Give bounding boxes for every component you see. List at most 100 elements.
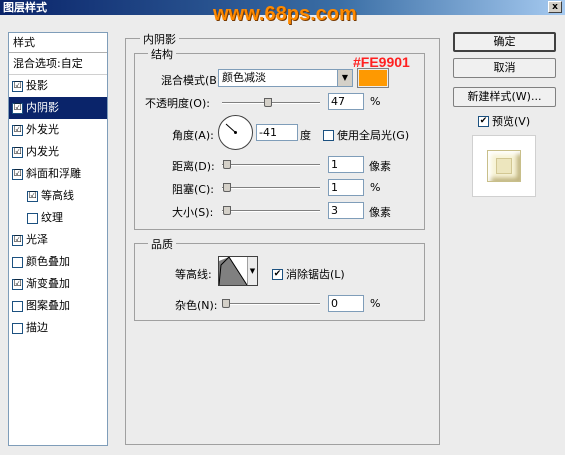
size-unit: 像素 <box>369 206 391 219</box>
checked-box-icon[interactable]: ☑ <box>27 190 38 202</box>
style-item-label: 等高线 <box>41 189 74 202</box>
style-item[interactable]: ☑ 投影 <box>9 75 107 97</box>
style-item-label: 斜面和浮雕 <box>26 167 81 180</box>
angle-input[interactable]: -41 <box>256 124 298 141</box>
style-item[interactable]: ☑ 等高线 <box>9 185 107 207</box>
blend-mode-value: 颜色减淡 <box>222 71 266 84</box>
new-style-button[interactable]: 新建样式(W)... <box>453 87 556 107</box>
angle-dial-needle-icon <box>225 123 237 134</box>
contour-label: 等高线: <box>175 268 212 281</box>
close-button[interactable]: x <box>548 1 562 13</box>
styles-list: 样式 混合选项:自定 ☑ 投影 ☑ 内阴影 ☑ 外发光 ☑ 内发光 ☑ 斜面和浮雕 ☑ 等高线 纹理 ☑ 光… <box>8 32 108 446</box>
checked-box-icon[interactable]: ☑ <box>12 102 23 114</box>
angle-unit: 度 <box>300 129 311 142</box>
antialias-label: 消除锯齿(L) <box>286 268 345 281</box>
opacity-unit: % <box>370 95 381 108</box>
style-item-label: 外发光 <box>26 123 59 136</box>
style-item-label: 光泽 <box>26 233 48 246</box>
window-title: 图层样式 <box>3 1 47 14</box>
shadow-color-swatch[interactable] <box>357 68 389 88</box>
noise-slider[interactable] <box>222 299 320 308</box>
unchecked-box-icon[interactable] <box>27 212 38 224</box>
size-input[interactable]: 3 <box>328 202 364 219</box>
ok-button[interactable]: 确定 <box>453 32 556 52</box>
checked-box-icon[interactable]: ☑ <box>12 278 23 290</box>
style-item-label: 投影 <box>26 79 48 92</box>
style-item[interactable]: ☑ 光泽 <box>9 229 107 251</box>
distance-label: 距离(D): <box>172 160 215 173</box>
angle-label: 角度(A): <box>172 129 214 142</box>
watermark-text: www.68ps.com <box>213 3 357 25</box>
global-light-label: 使用全局光(G) <box>337 129 410 142</box>
style-item-label: 图案叠加 <box>26 299 70 312</box>
preview-label: 预览(V) <box>492 115 531 128</box>
styles-header[interactable]: 样式 <box>9 33 107 53</box>
checked-box-icon[interactable]: ☑ <box>12 146 23 158</box>
opacity-input[interactable]: 47 <box>328 93 364 110</box>
style-item[interactable]: ☑ 渐变叠加 <box>9 273 107 295</box>
checked-box-icon[interactable]: ☑ <box>12 168 23 180</box>
blend-options-item[interactable]: 混合选项:自定 <box>9 53 107 75</box>
size-label: 大小(S): <box>172 206 214 219</box>
choke-slider-thumb[interactable] <box>223 183 231 192</box>
blend-mode-select[interactable]: 颜色减淡 ▼ <box>218 69 353 87</box>
chevron-down-icon: ▼ <box>247 257 257 285</box>
unchecked-box-icon[interactable] <box>12 300 23 312</box>
global-light-checkbox[interactable]: 使用全局光(G) <box>323 127 409 143</box>
checked-box-icon[interactable]: ☑ <box>12 234 23 246</box>
structure-title: 结构 <box>148 46 176 62</box>
antialias-check-icon: ✔ <box>272 268 283 280</box>
style-item[interactable]: ☑ 内阴影 <box>9 97 107 119</box>
preview-swatch <box>487 150 521 182</box>
hex-annotation: #FE9901 <box>353 54 410 70</box>
style-item[interactable]: 颜色叠加 <box>9 251 107 273</box>
style-item[interactable]: 描边 <box>9 317 107 339</box>
style-item-label: 渐变叠加 <box>26 277 70 290</box>
style-item[interactable]: ☑ 内发光 <box>9 141 107 163</box>
global-light-check-icon <box>323 129 334 141</box>
noise-slider-thumb[interactable] <box>222 299 230 308</box>
preview-inner <box>496 158 512 174</box>
preview-checkbox[interactable]: ✔ 预览(V) <box>478 113 530 129</box>
distance-input[interactable]: 1 <box>328 156 364 173</box>
chevron-down-icon: ▼ <box>337 70 352 86</box>
size-slider-thumb[interactable] <box>223 206 231 215</box>
angle-dial[interactable] <box>218 115 253 150</box>
style-item[interactable]: 图案叠加 <box>9 295 107 317</box>
opacity-slider-thumb[interactable] <box>264 98 272 107</box>
distance-slider[interactable] <box>222 160 320 169</box>
blend-mode-label: 混合模式(B): <box>161 74 225 87</box>
style-item-label: 内发光 <box>26 145 59 158</box>
choke-slider[interactable] <box>222 183 320 192</box>
style-item-label: 内阴影 <box>26 101 59 114</box>
checked-box-icon[interactable]: ☑ <box>12 124 23 136</box>
preview-check-icon: ✔ <box>478 115 489 127</box>
checked-box-icon[interactable]: ☑ <box>12 80 23 92</box>
noise-unit: % <box>370 297 381 310</box>
opacity-slider[interactable] <box>222 98 320 107</box>
noise-label: 杂色(N): <box>175 299 218 312</box>
cancel-button[interactable]: 取消 <box>453 58 556 78</box>
quality-title: 品质 <box>148 236 176 252</box>
inner-shadow-title: 内阴影 <box>140 31 179 47</box>
choke-input[interactable]: 1 <box>328 179 364 196</box>
style-item-label: 纹理 <box>41 211 63 224</box>
style-item[interactable]: ☑ 斜面和浮雕 <box>9 163 107 185</box>
distance-unit: 像素 <box>369 160 391 173</box>
contour-curve-icon <box>219 257 247 285</box>
style-item[interactable]: 纹理 <box>9 207 107 229</box>
swatch-fill <box>359 70 387 86</box>
noise-input[interactable]: 0 <box>328 295 364 312</box>
unchecked-box-icon[interactable] <box>12 256 23 268</box>
style-preview-box <box>472 135 536 197</box>
unchecked-box-icon[interactable] <box>12 322 23 334</box>
antialias-checkbox[interactable]: ✔ 消除锯齿(L) <box>272 266 345 282</box>
style-item-label: 描边 <box>26 321 48 334</box>
opacity-label: 不透明度(O): <box>145 97 210 110</box>
contour-picker[interactable]: ▼ <box>218 256 258 286</box>
choke-label: 阻塞(C): <box>172 183 214 196</box>
style-item[interactable]: ☑ 外发光 <box>9 119 107 141</box>
size-slider[interactable] <box>222 206 320 215</box>
style-item-label: 颜色叠加 <box>26 255 70 268</box>
distance-slider-thumb[interactable] <box>223 160 231 169</box>
